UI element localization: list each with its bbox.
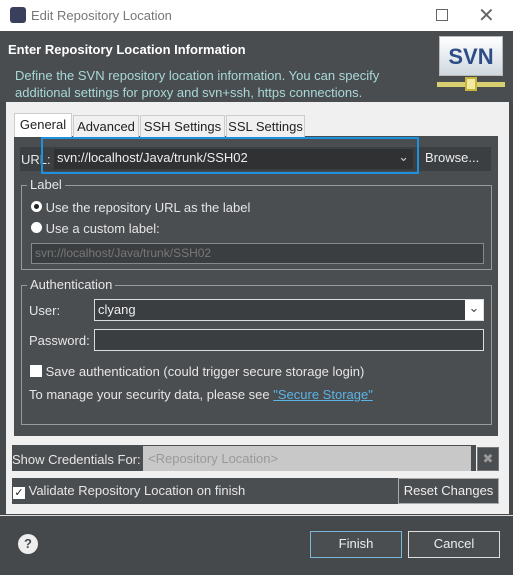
- password-input[interactable]: [94, 329, 484, 351]
- secure-storage-link[interactable]: "Secure Storage": [273, 387, 373, 402]
- auth-group-title: Authentication: [27, 277, 116, 292]
- user-combo[interactable]: clyang ⌄: [94, 299, 484, 321]
- credentials-select[interactable]: <Repository Location>: [143, 446, 471, 471]
- radio-custom-label[interactable]: Use a custom label:: [31, 221, 160, 236]
- footer-separator: [0, 515, 513, 516]
- eclipse-icon: [10, 7, 26, 23]
- user-label: User:: [29, 303, 61, 318]
- tab-ssl-settings[interactable]: SSL Settings: [226, 115, 305, 137]
- manage-text: To manage your security data, please see…: [29, 387, 373, 402]
- svn-logo: SVN: [437, 34, 505, 96]
- wizard-header: Enter Repository Location Information De…: [0, 31, 513, 102]
- page-title: Enter Repository Location Information: [8, 42, 246, 57]
- help-icon[interactable]: ?: [18, 534, 38, 554]
- tab-advanced[interactable]: Advanced: [73, 115, 139, 137]
- page-description-2: additional settings for proxy and svn+ss…: [15, 85, 363, 100]
- url-combo[interactable]: svn://localhost/Java/trunk/SSH02 ⌄: [54, 149, 413, 169]
- browse-button[interactable]: Browse...: [425, 150, 479, 165]
- validate-checkbox[interactable]: ✓ Validate Repository Location on finish: [13, 483, 245, 499]
- radio-use-url[interactable]: Use the repository URL as the label: [31, 200, 250, 215]
- finish-button[interactable]: Finish: [310, 531, 402, 558]
- title-bar: Edit Repository Location ✕: [0, 0, 513, 31]
- save-auth-checkbox[interactable]: Save authentication (could trigger secur…: [30, 364, 364, 379]
- reset-changes-button[interactable]: Reset Changes: [398, 478, 499, 504]
- chevron-down-icon: ⌄: [465, 300, 483, 320]
- label-group-title: Label: [27, 177, 65, 192]
- page-description: Define the SVN repository location infor…: [15, 68, 380, 83]
- maximize-icon[interactable]: [436, 9, 448, 21]
- close-icon[interactable]: ✕: [478, 3, 495, 28]
- tab-general[interactable]: General: [14, 113, 72, 137]
- delete-credentials-icon[interactable]: ✖: [477, 447, 499, 471]
- tab-ssh-settings[interactable]: SSH Settings: [140, 115, 225, 137]
- chevron-down-icon: ⌄: [398, 149, 409, 164]
- cancel-button[interactable]: Cancel: [408, 531, 500, 558]
- window-title: Edit Repository Location: [31, 8, 172, 23]
- credentials-label: Show Credentials For:: [12, 452, 141, 467]
- custom-label-input[interactable]: svn://localhost/Java/trunk/SSH02: [31, 243, 484, 264]
- password-label: Password:: [29, 333, 90, 348]
